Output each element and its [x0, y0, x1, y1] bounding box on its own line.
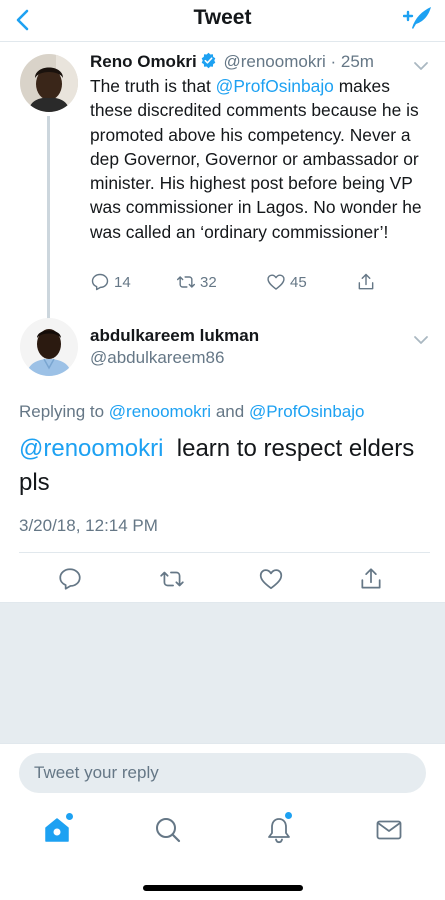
- share-icon[interactable]: [358, 566, 384, 592]
- retweet-icon[interactable]: [159, 566, 185, 592]
- reply-composer: [0, 743, 445, 801]
- verified-badge-icon: [201, 52, 216, 69]
- mention-link[interactable]: @renoomokri: [109, 402, 211, 421]
- mention-link[interactable]: @renoomokri: [19, 435, 163, 462]
- tweet-actions: 14 32 45: [90, 270, 390, 294]
- retweet-button[interactable]: 32: [176, 270, 217, 294]
- author-handle: @abdulkareem86: [90, 348, 225, 367]
- focused-tweet: abdulkareem lukman @abdulkareem86 Replyi…: [0, 304, 445, 604]
- compose-tweet-icon[interactable]: [403, 2, 435, 34]
- avatar[interactable]: [20, 318, 78, 376]
- tweet-text: The truth is that @ProfOsinbajo makes th…: [90, 74, 425, 244]
- author-name[interactable]: abdulkareem lukman: [90, 326, 259, 346]
- like-button[interactable]: 45: [266, 270, 307, 294]
- home-indicator: [143, 885, 303, 891]
- heart-icon: [267, 274, 285, 290]
- tweet-text-part: makes these discredited comments because…: [90, 76, 422, 242]
- reply-button[interactable]: 14: [90, 270, 131, 294]
- retweet-count: 32: [200, 273, 217, 291]
- notifications-icon: [268, 818, 290, 844]
- notifications-unread-dot: [285, 812, 292, 819]
- share-button[interactable]: [356, 270, 376, 294]
- replying-and: and: [215, 402, 245, 421]
- mention-link[interactable]: @ProfOsinbajo: [216, 76, 334, 96]
- author-name[interactable]: Reno Omokri: [90, 52, 197, 71]
- tab-search[interactable]: [153, 815, 183, 845]
- messages-icon: [376, 820, 402, 840]
- reply-icon: [91, 273, 109, 291]
- divider: [19, 552, 430, 553]
- reply-icon[interactable]: [57, 566, 83, 592]
- page-title: Tweet: [193, 6, 252, 29]
- mention-link[interactable]: @ProfOsinbajo: [249, 402, 365, 421]
- reply-count: 14: [114, 273, 131, 291]
- empty-replies-area: [0, 603, 445, 743]
- tab-notifications[interactable]: [264, 815, 294, 845]
- tab-bar: [0, 801, 445, 900]
- home-unread-dot: [66, 813, 73, 820]
- search-icon: [156, 818, 181, 843]
- tab-messages[interactable]: [374, 815, 404, 845]
- like-count: 45: [290, 273, 307, 291]
- retweet-icon: [176, 276, 196, 288]
- tweet-header: Reno Omokri @renoomokri · 25m: [90, 52, 410, 76]
- share-icon: [358, 273, 374, 290]
- avatar[interactable]: [20, 54, 78, 112]
- heart-icon[interactable]: [258, 566, 284, 592]
- chevron-down-icon[interactable]: [412, 334, 430, 346]
- tweet-timestamp: 3/20/18, 12:14 PM: [19, 516, 158, 535]
- tweet-actions: [0, 566, 445, 594]
- chevron-down-icon[interactable]: [412, 60, 430, 72]
- author-handle-time: @renoomokri · 25m: [223, 52, 374, 71]
- parent-tweet[interactable]: Reno Omokri @renoomokri · 25m The truth …: [0, 42, 445, 356]
- replying-label: Replying to: [19, 402, 105, 421]
- tweet-text: @renoomokri learn to respect elders pls: [19, 432, 429, 500]
- tweet-text-part: The truth is that: [90, 76, 216, 96]
- nav-bar: Tweet: [0, 0, 445, 42]
- replying-to: Replying to @renoomokri and @ProfOsinbaj…: [19, 402, 364, 422]
- reply-input[interactable]: [19, 753, 426, 793]
